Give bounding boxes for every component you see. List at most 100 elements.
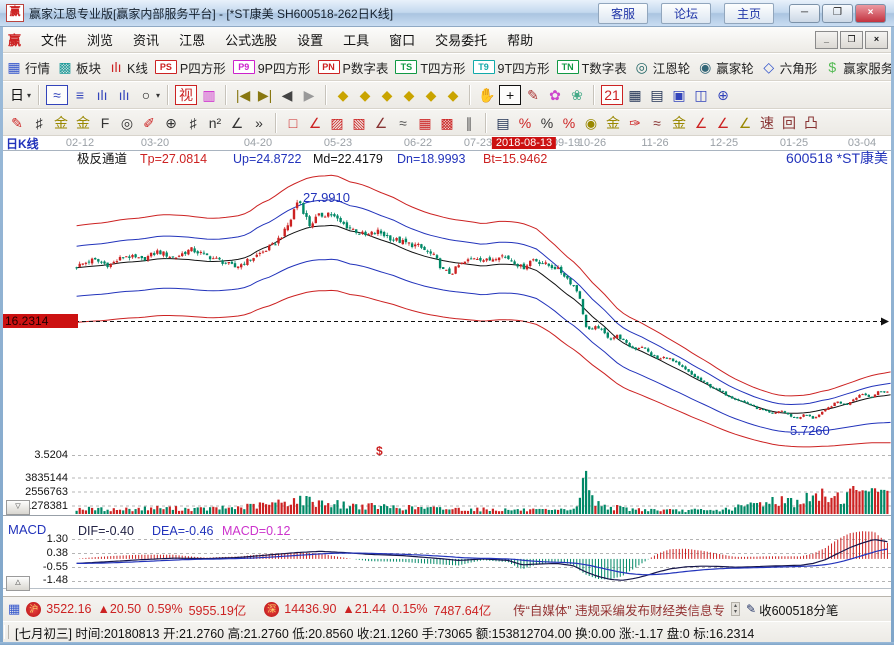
gold-angle2-icon[interactable]: ∠: [735, 113, 755, 133]
save-icon[interactable]: ▣: [669, 85, 689, 105]
wave-tool-icon[interactable]: ≈: [647, 113, 667, 133]
knot-tool-icon[interactable]: ❀: [567, 85, 587, 105]
f10-info-icon[interactable]: ≡: [70, 85, 90, 105]
mark-pen-icon[interactable]: ✎: [523, 85, 543, 105]
gold-angle-icon[interactable]: 金: [669, 113, 689, 133]
angle-pen-icon[interactable]: ✐: [139, 113, 159, 133]
fib-lines-icon[interactable]: F: [95, 113, 115, 133]
multi-chart-icon[interactable]: ≈: [46, 85, 69, 105]
candle-type-dropdown[interactable]: ○: [136, 85, 156, 105]
hexagon-button[interactable]: ◇ 六角形: [761, 58, 817, 77]
gann-box-icon[interactable]: □: [283, 113, 303, 133]
macd-pane-collapse-button[interactable]: △: [6, 576, 30, 591]
ninet-square-button[interactable]: T9 9T四方形: [472, 58, 550, 77]
news-scroll-down-icon[interactable]: ▾: [734, 609, 737, 615]
gold-circle-icon[interactable]: ◉: [581, 113, 601, 133]
last-bar-icon[interactable]: ▶|: [255, 85, 275, 105]
f-angle-icon[interactable]: ∠: [713, 113, 733, 133]
circle-arc-icon[interactable]: 回: [779, 113, 799, 133]
expand-vertical-icon[interactable]: ◆: [421, 85, 441, 105]
market-grid-icon[interactable]: ▦: [8, 601, 20, 617]
mini-chart3-icon[interactable]: ılı: [92, 85, 112, 105]
percent-gold-icon[interactable]: %: [559, 113, 579, 133]
candle-type-dropdown-arrow[interactable]: ▾: [156, 91, 160, 100]
square-n2-icon[interactable]: n²: [205, 113, 225, 133]
mdi-restore-button[interactable]: ❐: [840, 30, 863, 49]
percent-line-icon[interactable]: %: [515, 113, 535, 133]
stats-box-icon[interactable]: ▤: [493, 113, 513, 133]
gann-grid-box-icon[interactable]: ▨: [327, 113, 347, 133]
tick-chart-label[interactable]: 收600518分笔: [759, 600, 838, 619]
minimize-button[interactable]: ─: [789, 3, 820, 23]
ninep-square-button[interactable]: P9 9P四方形: [232, 58, 311, 77]
calendar-icon[interactable]: 21: [601, 85, 624, 105]
sz-index[interactable]: 深 14436.90 ▲21.44 0.15% 7487.64亿: [264, 600, 497, 619]
menu-item[interactable]: 工具: [333, 27, 379, 52]
titlebar-link-luntan[interactable]: 论坛: [660, 2, 711, 24]
box-arc-icon[interactable]: 凸: [801, 113, 821, 133]
kline-button[interactable]: ılı K线: [108, 58, 148, 77]
prev-bar-icon[interactable]: ◀: [277, 85, 297, 105]
j-angle-icon[interactable]: ∠: [691, 113, 711, 133]
gann-wheel-button[interactable]: ◎ 江恩轮: [634, 58, 691, 77]
time-cycle-icon[interactable]: ◎: [117, 113, 137, 133]
menu-item[interactable]: 文件: [31, 27, 77, 52]
menu-item[interactable]: 交易委托: [425, 27, 497, 52]
menu-item[interactable]: 公式选股: [215, 27, 287, 52]
dense-grid2-icon[interactable]: ▩: [437, 113, 457, 133]
maximize-button[interactable]: ❐: [822, 3, 853, 23]
menu-item[interactable]: 资讯: [123, 27, 169, 52]
period-day-dropdown[interactable]: 日: [7, 85, 27, 105]
more-tools-chevron[interactable]: »: [249, 113, 269, 133]
quotes-button[interactable]: ▦ 行情: [6, 58, 50, 77]
gold-line-icon[interactable]: 金: [603, 113, 623, 133]
blocks-button[interactable]: ▩ 板块: [57, 58, 101, 77]
send-icon[interactable]: ◫: [691, 85, 711, 105]
travel-icon[interactable]: ⊕: [713, 85, 733, 105]
gold-grid-icon[interactable]: 金: [51, 113, 71, 133]
expand-horizontal-icon[interactable]: ◆: [377, 85, 397, 105]
indicator-panel-icon[interactable]: 视: [175, 85, 198, 105]
period-day-dropdown-arrow[interactable]: ▾: [27, 91, 31, 100]
parallel-lines-icon[interactable]: ∥: [459, 113, 479, 133]
flower-tool-icon[interactable]: ✿: [545, 85, 565, 105]
percent-icon[interactable]: %: [537, 113, 557, 133]
speed-line-icon[interactable]: 速: [757, 113, 777, 133]
dense-grid-icon[interactable]: ▦: [415, 113, 435, 133]
menu-item[interactable]: 窗口: [379, 27, 425, 52]
menu-item[interactable]: 浏览: [77, 27, 123, 52]
mark-tool-icon[interactable]: ✑: [625, 113, 645, 133]
kline-chart-svg[interactable]: [0, 136, 894, 596]
news-ticker[interactable]: 传“自媒体” 违规采编发布财经类信息专: [513, 600, 725, 619]
close-button[interactable]: ×: [855, 3, 886, 23]
mini-chart9-icon[interactable]: ılı: [114, 85, 134, 105]
volume-pane-collapse-button[interactable]: ▽: [6, 500, 30, 515]
gann-lines-icon[interactable]: ♯: [29, 113, 49, 133]
notes-icon[interactable]: ▤: [647, 85, 667, 105]
gann-circle-icon[interactable]: ⊕: [161, 113, 181, 133]
t-table-button[interactable]: TN T数字表: [556, 58, 627, 77]
compress-right-icon[interactable]: ◆: [355, 85, 375, 105]
mdi-close-button[interactable]: ×: [865, 30, 888, 49]
first-bar-icon[interactable]: |◀: [233, 85, 253, 105]
mdi-minimize-button[interactable]: _: [815, 30, 838, 49]
brush-tool-icon[interactable]: ✎: [7, 113, 27, 133]
menu-item[interactable]: 帮助: [497, 27, 543, 52]
winner-service-button[interactable]: $ 赢家服务: [824, 58, 893, 77]
menu-item[interactable]: 设置: [287, 27, 333, 52]
color-bars-icon[interactable]: ▥: [199, 85, 219, 105]
titlebar-link-kefu[interactable]: 客服: [597, 2, 648, 24]
titlebar-link-zhuye[interactable]: 主页: [723, 2, 774, 24]
sh-index[interactable]: 沪 3522.16 ▲20.50 0.59% 5955.19亿: [26, 600, 252, 619]
tick-chart-icon[interactable]: ✎: [746, 602, 756, 616]
trend-angle-icon[interactable]: ∠: [371, 113, 391, 133]
winner-wheel-button[interactable]: ◉ 赢家轮: [697, 58, 754, 77]
zigzag-icon[interactable]: ≈: [393, 113, 413, 133]
gann-fan-box-icon[interactable]: ▧: [349, 113, 369, 133]
grid-lines-icon[interactable]: ♯: [183, 113, 203, 133]
menu-item[interactable]: 江恩: [169, 27, 215, 52]
expand-all-icon[interactable]: ◆: [443, 85, 463, 105]
compress-all-icon[interactable]: ◆: [399, 85, 419, 105]
t-square-button[interactable]: TS T四方形: [395, 58, 466, 77]
calculator-icon[interactable]: ▦: [625, 85, 645, 105]
